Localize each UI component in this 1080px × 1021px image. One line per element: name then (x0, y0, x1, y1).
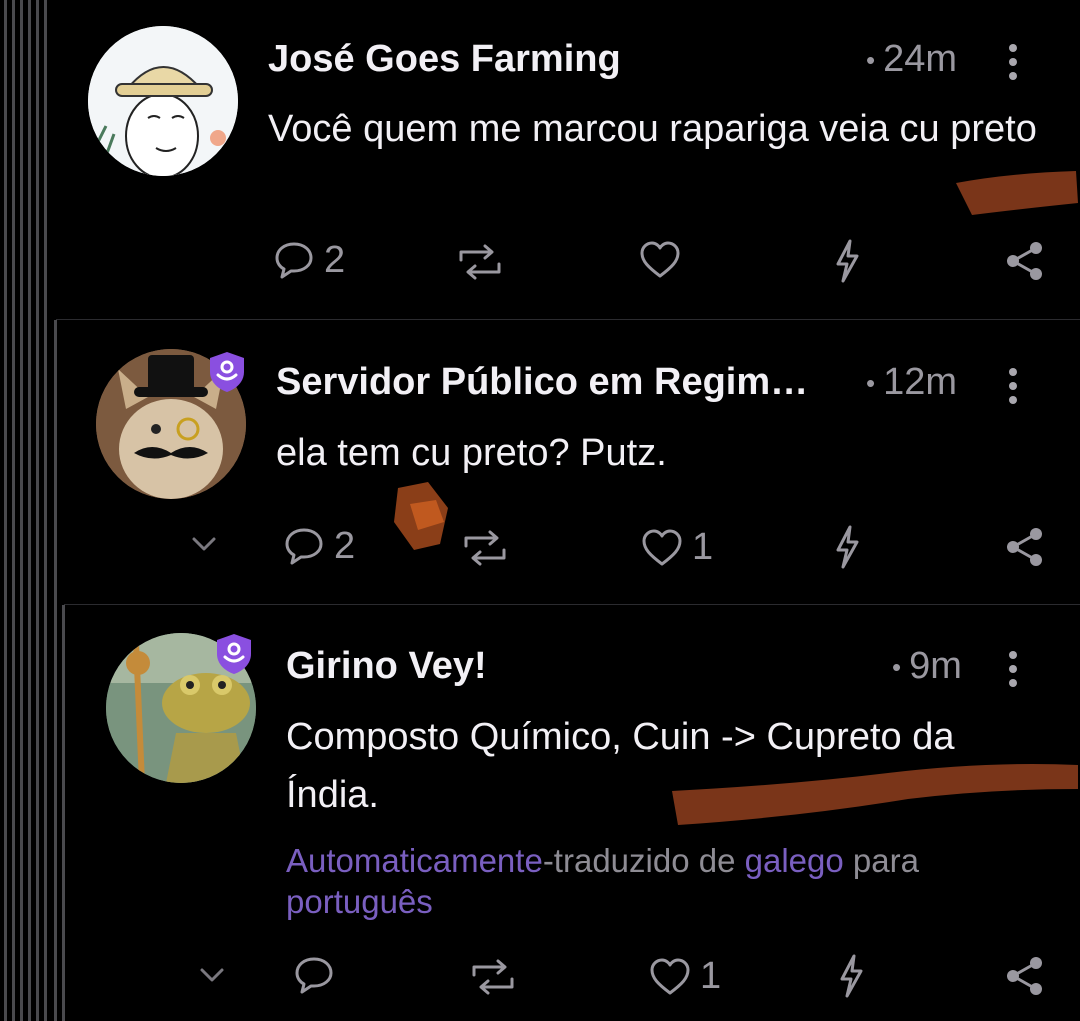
reply-count: 2 (324, 238, 346, 281)
more-options-icon[interactable] (1008, 44, 1018, 86)
heart-icon (640, 241, 680, 278)
translation-notice: Automaticamente-traduzido de galego para… (286, 842, 919, 920)
action-bar: 2 1 (0, 524, 1080, 584)
repost-button[interactable] (468, 957, 518, 997)
reply-count: 2 (334, 524, 356, 567)
author-name[interactable]: Servidor Público em Regim… (276, 361, 808, 404)
lightning-icon (836, 239, 859, 283)
redaction-scribble (388, 478, 454, 561)
post-time: • 12m (866, 361, 957, 404)
target-language-link[interactable]: português (286, 883, 433, 920)
reply-button[interactable]: 2 (272, 238, 345, 282)
speech-bubble-icon (275, 242, 313, 279)
chevron-down-icon (192, 537, 216, 551)
shield-badge-icon (214, 632, 254, 676)
post-body: Você quem me marcou rapariga veia cu pre… (268, 108, 1037, 150)
share-icon (1007, 242, 1042, 280)
post-1[interactable]: José Goes Farming • 24m Você quem me marc… (0, 0, 1080, 320)
timestamp: 9m (909, 645, 962, 687)
post-3[interactable]: Girino Vey! • 9m Composto Químico, Cuin -… (0, 605, 1080, 1021)
action-bar: 2 (0, 238, 1080, 298)
avatar[interactable] (88, 26, 238, 176)
collapse-button[interactable] (198, 965, 226, 985)
post-2[interactable]: Servidor Público em Regim… • 12m ela tem … (0, 320, 1080, 605)
zap-button[interactable] (836, 953, 866, 999)
author-name[interactable]: José Goes Farming (268, 38, 621, 81)
reply-button[interactable] (292, 953, 344, 997)
speech-bubble-icon (285, 528, 323, 565)
separator-dot: • (892, 652, 902, 683)
lightning-icon (836, 525, 859, 569)
share-icon (1007, 957, 1042, 995)
like-count: 1 (692, 526, 714, 568)
share-icon (1007, 528, 1042, 566)
post-time: • 24m (866, 38, 957, 81)
zap-button[interactable] (832, 238, 862, 284)
like-count: 1 (700, 955, 722, 997)
lightning-icon (840, 954, 863, 998)
author-name[interactable]: Girino Vey! (286, 645, 487, 688)
redaction-scribble (668, 755, 1080, 840)
action-bar: 1 (0, 953, 1080, 1013)
reply-button[interactable]: 2 (282, 524, 355, 568)
redaction-scribble (950, 165, 1080, 225)
heart-icon (642, 529, 682, 565)
repost-button[interactable] (455, 242, 505, 282)
share-button[interactable] (1004, 955, 1046, 997)
repost-icon (464, 530, 506, 566)
speech-bubble-icon (295, 957, 333, 994)
repost-icon (472, 959, 514, 995)
post-body: ela tem cu preto? Putz. (276, 432, 667, 474)
repost-icon (459, 244, 501, 280)
share-button[interactable] (1004, 526, 1046, 568)
translate-toggle-link[interactable]: Automaticamente (286, 842, 543, 879)
collapse-button[interactable] (190, 534, 218, 554)
chevron-down-icon (200, 968, 224, 982)
more-options-icon[interactable] (1008, 651, 1018, 693)
shield-badge-icon (207, 350, 247, 394)
heart-icon (650, 958, 690, 994)
timestamp: 12m (883, 361, 958, 403)
like-button[interactable]: 1 (648, 955, 721, 998)
repost-button[interactable] (460, 528, 510, 568)
post-time: • 9m (892, 645, 962, 688)
separator-dot: • (866, 45, 876, 76)
separator-dot: • (866, 368, 876, 399)
like-button[interactable]: 1 (640, 526, 713, 569)
like-button[interactable] (638, 240, 682, 280)
zap-button[interactable] (832, 524, 862, 570)
share-button[interactable] (1004, 240, 1046, 282)
timestamp: 24m (883, 38, 958, 80)
more-options-icon[interactable] (1008, 368, 1018, 410)
source-language-link[interactable]: galego (745, 842, 844, 879)
